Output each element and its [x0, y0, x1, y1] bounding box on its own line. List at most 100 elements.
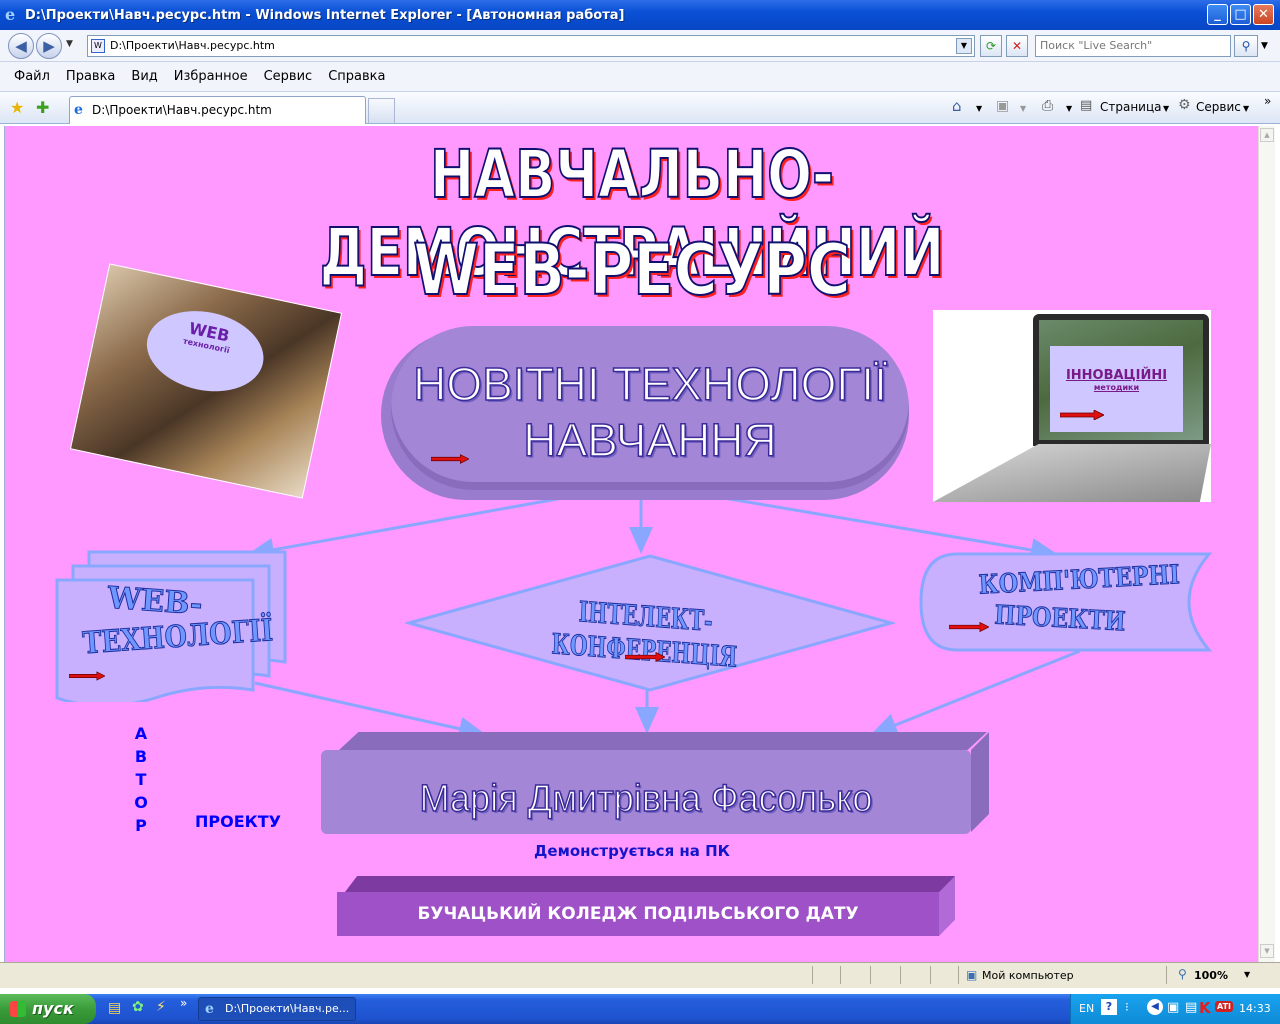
feeds-icon[interactable]: ▣ — [996, 98, 1009, 114]
kaspersky-icon[interactable]: K — [1199, 999, 1211, 1017]
author-letter: Т — [135, 770, 147, 789]
page-menu-icon: ▤ — [1080, 98, 1093, 113]
home-dropdown-icon[interactable]: ▼ — [976, 104, 982, 113]
tab-bar: ★ ✚ e D:\Проекти\Навч.ресурс.htm ⌂ ▼ ▣ ▼… — [0, 92, 1280, 124]
web-tech-arrow-icon[interactable] — [69, 671, 105, 681]
ie-logo-icon: e — [5, 5, 16, 24]
windows-logo-icon — [10, 1001, 26, 1017]
address-text: D:\Проекти\Навч.ресурс.htm — [110, 39, 275, 52]
ie-task-icon: e — [205, 1001, 214, 1017]
gear-icon: ⚙ — [1178, 97, 1191, 113]
demo-note: Демонструється на ПК — [534, 842, 730, 860]
quicklaunch-flower-icon[interactable]: ✿ — [132, 999, 144, 1015]
menu-view[interactable]: Вид — [131, 69, 157, 84]
laptop-image[interactable]: ІННОВАЦІЙНІ методики — [933, 310, 1211, 502]
main-topic-arrow-icon[interactable] — [431, 454, 469, 464]
stop-button[interactable]: ✕ — [1006, 35, 1028, 57]
laptop-arrow-icon[interactable] — [1060, 410, 1104, 420]
quicklaunch-overflow-icon[interactable]: » — [180, 996, 187, 1010]
history-dropdown-icon[interactable]: ▼ — [66, 39, 73, 49]
quicklaunch-lightning-icon[interactable]: ⚡ — [156, 999, 166, 1015]
project-label: ПРОЕКТУ — [195, 812, 281, 831]
author-letter: Р — [135, 816, 147, 835]
maximize-button[interactable]: □ — [1230, 4, 1251, 25]
laptop-subtitle: методики — [1093, 383, 1140, 392]
tray-chevron-icon[interactable]: ⁝ — [1125, 1000, 1129, 1014]
author-letter: О — [134, 793, 148, 812]
ie-tab-icon: e — [74, 102, 83, 118]
add-favorites-icon[interactable]: ✚ — [36, 98, 49, 117]
author-box-top — [339, 732, 987, 750]
quicklaunch-folder-icon[interactable]: ▤ — [108, 1000, 121, 1016]
help-icon[interactable]: ? — [1101, 999, 1117, 1015]
scroll-up-icon[interactable]: ▲ — [1260, 128, 1274, 142]
new-tab-button[interactable] — [368, 98, 395, 123]
vertical-scrollbar[interactable]: ▲ ▼ — [1258, 126, 1275, 962]
forward-button[interactable]: ▶ — [36, 33, 62, 59]
tray-expand-icon[interactable]: ◀ — [1147, 999, 1163, 1015]
language-indicator[interactable]: EN — [1079, 1002, 1094, 1015]
minimize-button[interactable]: _ — [1207, 4, 1228, 25]
close-button[interactable]: ✕ — [1253, 4, 1274, 25]
zoom-level[interactable]: 100% — [1194, 969, 1228, 982]
zoom-dropdown-icon[interactable]: ▼ — [1244, 970, 1250, 979]
main-topic-box[interactable]: НОВІТНІ ТЕХНОЛОГІЇ НАВЧАННЯ — [391, 326, 909, 490]
author-label: А В Т О Р — [133, 722, 149, 837]
page-dropdown-icon[interactable]: ▼ — [1163, 104, 1169, 113]
page-menu-button[interactable]: Страница — [1100, 100, 1162, 114]
laptop-panel[interactable]: ІННОВАЦІЙНІ методики — [1050, 346, 1183, 432]
window-title: D:\Проекти\Навч.ресурс.htm - Windows Int… — [25, 7, 625, 23]
title-bar: e D:\Проекти\Навч.ресурс.htm - Windows I… — [0, 0, 1280, 30]
book-oval[interactable]: WEB технології — [139, 300, 272, 402]
back-button[interactable]: ◀ — [8, 33, 34, 59]
menu-help[interactable]: Справка — [328, 69, 385, 84]
system-tray: EN ? ⁝ ◀ ▣ ▤ K ATI 14:33 — [1070, 994, 1280, 1024]
network-icon[interactable]: ▣ — [1167, 1000, 1179, 1015]
computer-projects-arrow-icon[interactable] — [949, 622, 989, 632]
search-input[interactable]: Поиск "Live Search" — [1035, 35, 1231, 57]
menu-file[interactable]: Файл — [14, 69, 50, 84]
menu-bar: Файл Правка Вид Избранное Сервис Справка — [0, 62, 1280, 92]
address-dropdown-icon[interactable]: ▼ — [956, 38, 972, 54]
college-label: БУЧАЦЬКИЙ КОЛЕДЖ ПОДІЛЬСЬКОГО ДАТУ — [337, 892, 939, 936]
toolbar-overflow-icon[interactable]: » — [1264, 94, 1271, 108]
address-toolbar: ◀ ▶ ▼ W D:\Проекти\Навч.ресурс.htm ▼ ⟳ ✕… — [0, 30, 1280, 62]
print-dropdown-icon[interactable]: ▼ — [1066, 104, 1072, 113]
laptop-title: ІННОВАЦІЙНІ — [1065, 368, 1168, 383]
favorites-star-icon[interactable]: ★ — [10, 98, 24, 117]
college-box-top — [345, 876, 955, 892]
search-options-icon[interactable]: ▼ — [1261, 41, 1268, 51]
conference-arrow-icon[interactable] — [625, 652, 665, 662]
start-button[interactable]: пуск — [0, 994, 96, 1024]
zone-label: Мой компьютер — [982, 969, 1074, 982]
status-bar: ▣ Мой компьютер ⚲ 100% ▼ — [0, 962, 1280, 988]
scroll-down-icon[interactable]: ▼ — [1260, 944, 1274, 958]
author-letter: А — [134, 724, 148, 743]
print-icon[interactable]: ⎙ — [1042, 98, 1053, 114]
menu-tools[interactable]: Сервис — [264, 69, 313, 84]
clock[interactable]: 14:33 — [1239, 1002, 1271, 1015]
computer-icon: ▣ — [966, 968, 978, 982]
address-input[interactable]: W D:\Проекти\Навч.ресурс.htm ▼ — [87, 35, 975, 57]
tab-label: D:\Проекти\Навч.ресурс.htm — [92, 103, 272, 117]
author-name: Марія Дмитрівна Фасолько — [419, 777, 873, 821]
tab-current[interactable]: e D:\Проекти\Навч.ресурс.htm — [69, 96, 366, 124]
feeds-dropdown-icon[interactable]: ▼ — [1020, 104, 1026, 113]
laptop-keyboard — [933, 444, 1211, 502]
taskbar-ie-label: D:\Проекти\Навч.ре... — [225, 1002, 350, 1015]
search-icon[interactable]: ⚲ — [1234, 35, 1258, 57]
tools-dropdown-icon[interactable]: ▼ — [1243, 104, 1249, 113]
author-box[interactable]: Марія Дмитрівна Фасолько — [321, 750, 971, 834]
menu-favorites[interactable]: Избранное — [174, 69, 248, 84]
tools-menu-button[interactable]: Сервис — [1196, 100, 1241, 114]
refresh-button[interactable]: ⟳ — [980, 35, 1002, 57]
page-icon: W — [91, 39, 105, 53]
taskbar-ie-window[interactable]: e D:\Проекти\Навч.ре... — [198, 997, 356, 1021]
antivirus-icon[interactable]: ▤ — [1185, 1000, 1197, 1015]
zoom-icon: ⚲ — [1178, 967, 1187, 981]
main-topic-line1: НОВІТНІ ТЕХНОЛОГІЇ — [412, 357, 887, 411]
ati-icon[interactable]: ATI — [1215, 1001, 1234, 1012]
taskbar: пуск ▤ ✿ ⚡ » e D:\Проекти\Навч.ре... EN … — [0, 994, 1280, 1024]
menu-edit[interactable]: Правка — [66, 69, 115, 84]
home-icon[interactable]: ⌂ — [952, 97, 962, 115]
